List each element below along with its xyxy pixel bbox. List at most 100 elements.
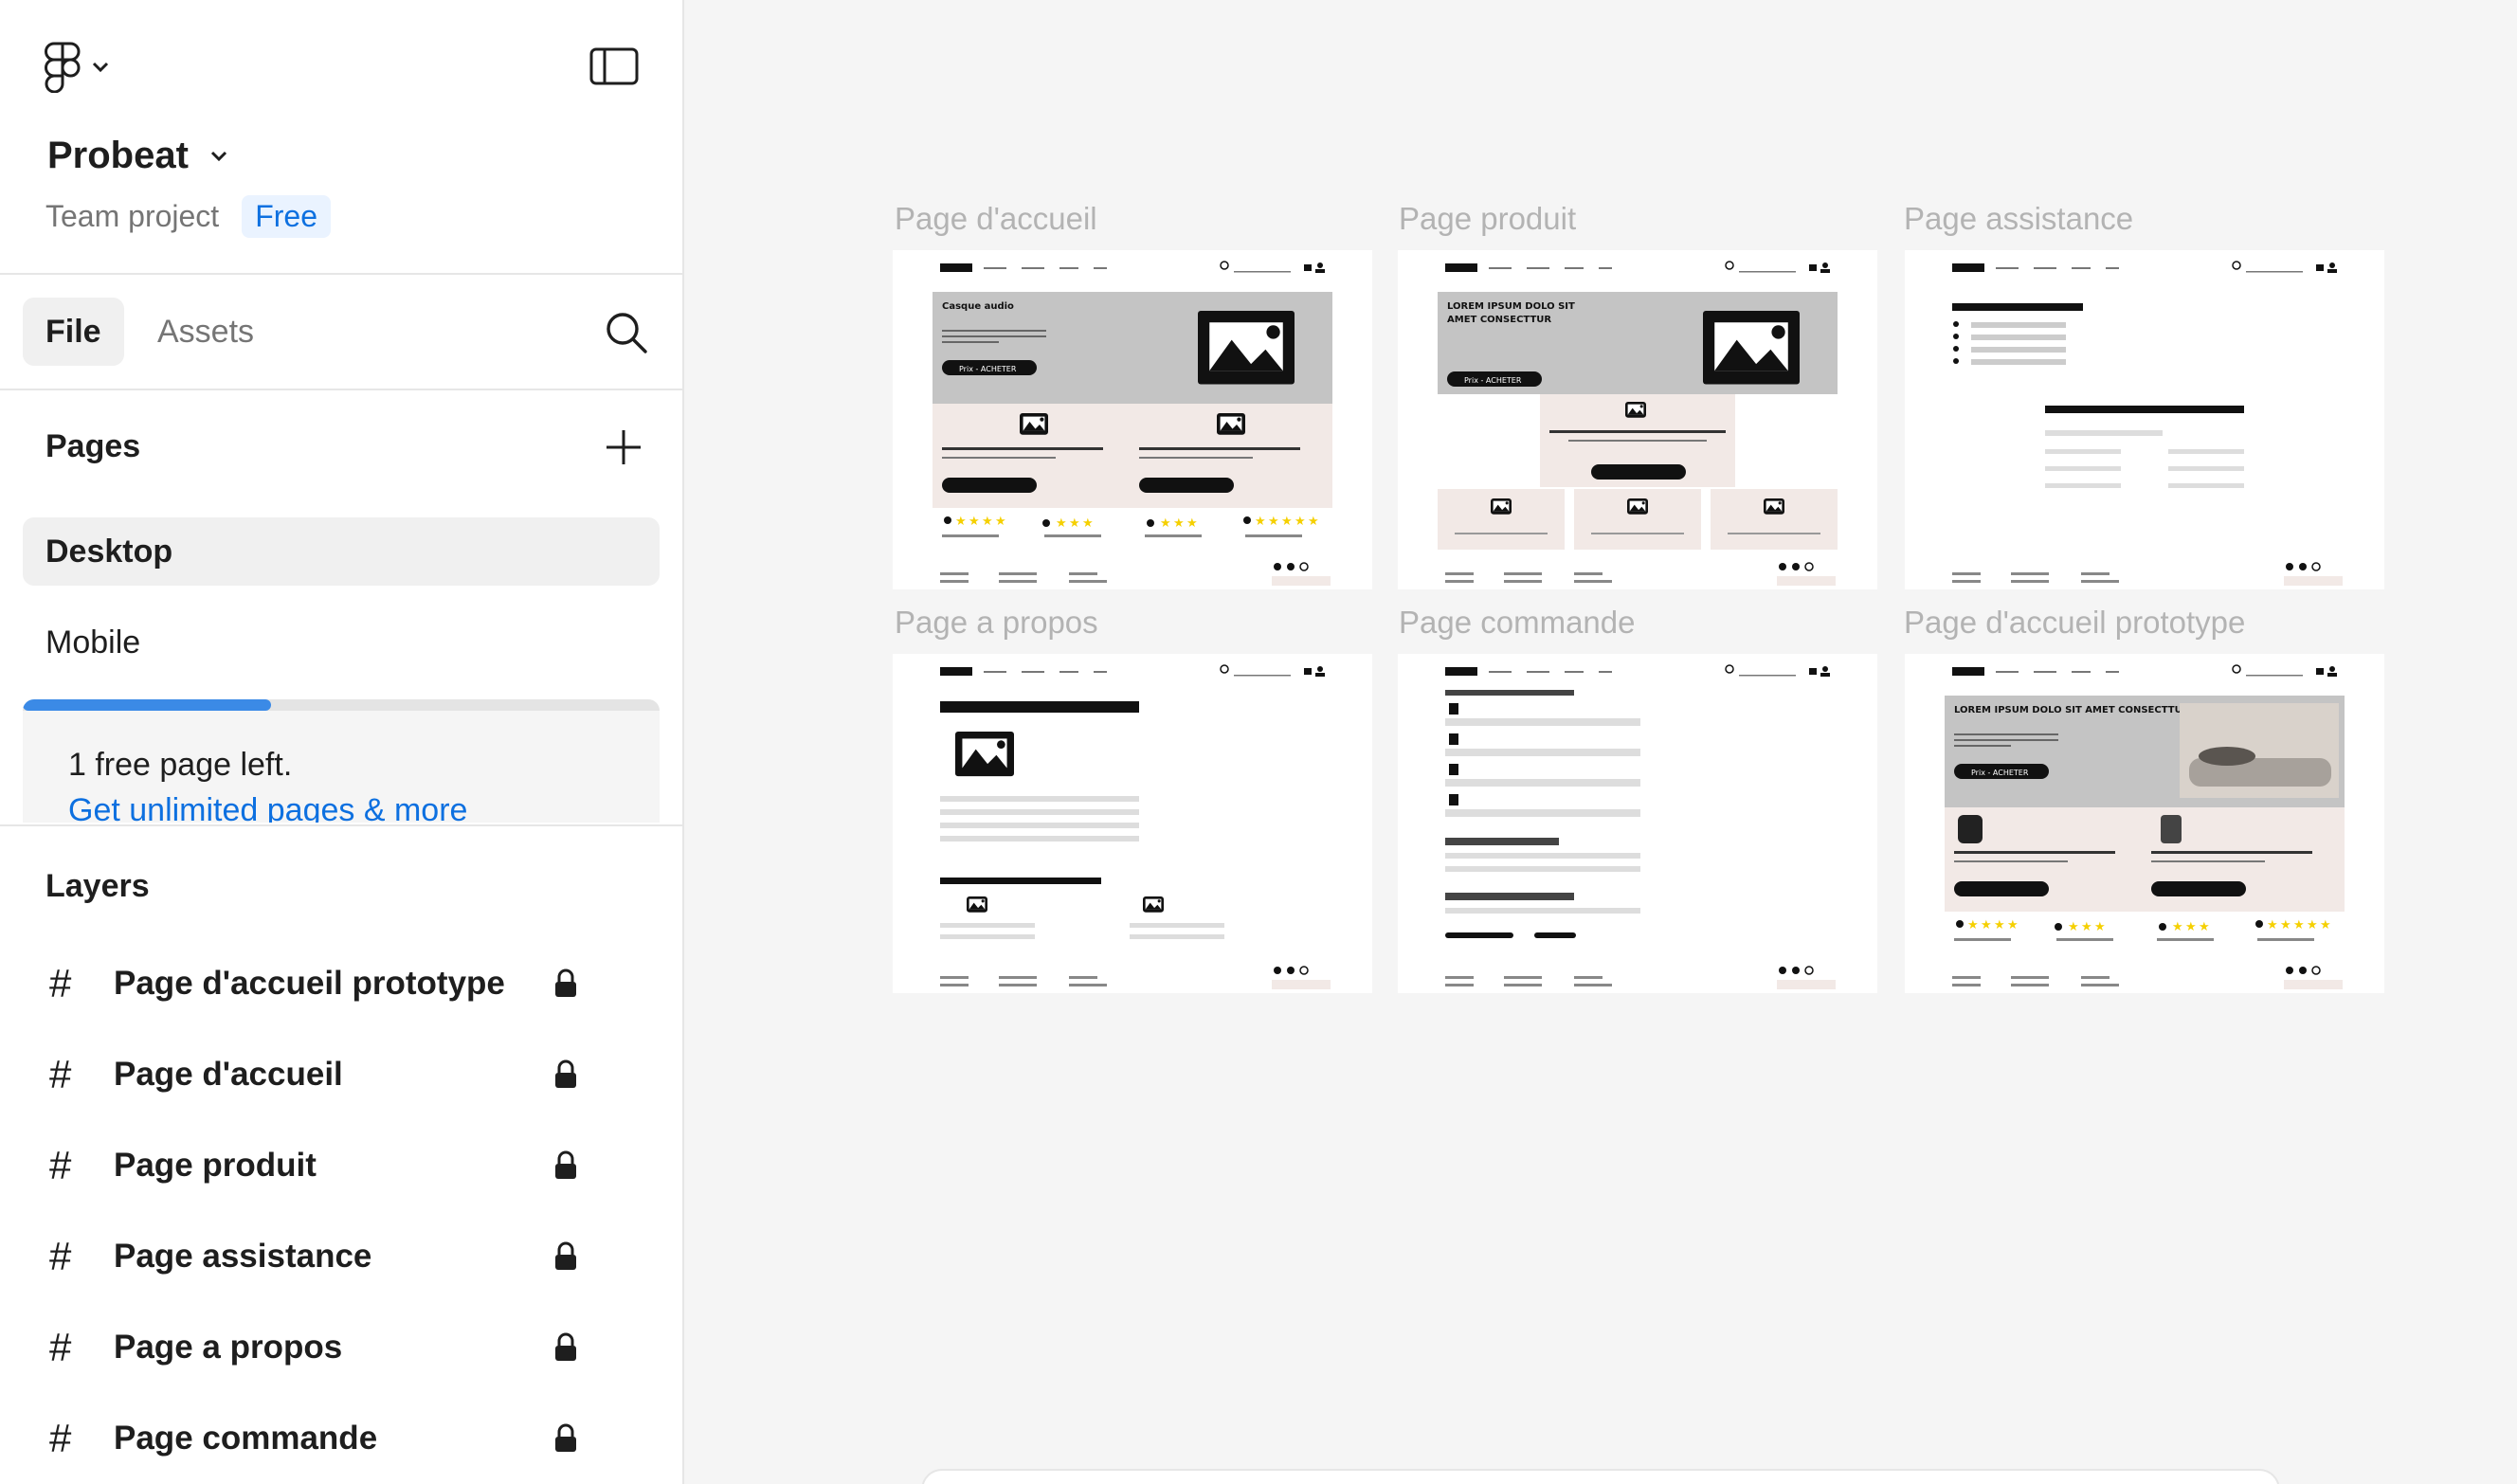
frame-label[interactable]: Page d'accueil prototype xyxy=(1904,605,2245,641)
svg-text:★: ★ xyxy=(1186,516,1198,530)
layer-row[interactable]: # Page produit xyxy=(0,1128,682,1203)
svg-text:★: ★ xyxy=(2094,919,2106,933)
frame-hash-icon: # xyxy=(49,1416,72,1460)
pages-usage-bar xyxy=(23,699,660,711)
svg-text:★: ★ xyxy=(2307,917,2318,932)
plus-icon xyxy=(607,430,641,464)
svg-text:★: ★ xyxy=(2267,917,2278,932)
add-page-button[interactable] xyxy=(603,426,644,473)
frame-label[interactable]: Page a propos xyxy=(895,605,1098,641)
lock-icon[interactable] xyxy=(553,1332,578,1367)
frame-label[interactable]: Page commande xyxy=(1399,605,1635,641)
svg-text:★: ★ xyxy=(1281,514,1293,528)
layer-row[interactable]: # Page d'accueil xyxy=(0,1037,682,1113)
frame-cta-label: Prix - ACHETER xyxy=(959,365,1017,373)
svg-text:★: ★ xyxy=(1160,516,1171,530)
project-title: Probeat xyxy=(47,135,189,176)
layer-name: Page d'accueil xyxy=(114,1056,343,1093)
layer-name: Page a propos xyxy=(114,1329,343,1366)
svg-text:★: ★ xyxy=(955,514,967,528)
layer-row[interactable]: # Page a propos xyxy=(0,1310,682,1385)
frame-preview: LOREM IPSUM DOLO SIT AMET CONSECTTUR Prix … xyxy=(1438,261,1838,586)
frame-thumbnail[interactable] xyxy=(1905,250,2384,589)
project-title-button[interactable]: Probeat xyxy=(47,135,228,177)
frame-thumbnail[interactable] xyxy=(1398,654,1877,993)
lock-icon[interactable] xyxy=(553,1150,578,1185)
figma-logo-icon xyxy=(45,42,81,93)
lock-icon[interactable] xyxy=(553,968,578,1004)
pages-usage-fill xyxy=(23,699,272,711)
svg-text:★: ★ xyxy=(1295,514,1306,528)
frame-hero-title-2: AMET CONSECTTUR xyxy=(1447,315,1551,325)
svg-text:★: ★ xyxy=(2081,919,2092,933)
sidebar-toggle-button[interactable] xyxy=(589,47,639,90)
layer-row[interactable]: # Page commande xyxy=(0,1401,682,1476)
svg-text:★: ★ xyxy=(2007,917,2019,932)
frame-hero-title: Casque audio xyxy=(942,301,1014,312)
layer-row[interactable]: # Page d'accueil prototype xyxy=(0,946,682,1022)
project-header: Probeat Team project Free xyxy=(0,0,682,275)
lock-icon[interactable] xyxy=(553,1059,578,1095)
svg-text:★: ★ xyxy=(1056,516,1067,530)
divider xyxy=(0,824,682,826)
frame-preview: Casque audioPrix - ACHETER★ ★ ★ ★ ★ ★ ★ ★ ★ ★ ★ ★ ★ ★… xyxy=(933,261,1332,586)
frame-cta-label: Prix - ACHETER xyxy=(1464,376,1522,385)
frame-hash-icon: # xyxy=(49,1052,72,1096)
svg-text:★: ★ xyxy=(2293,917,2305,932)
frame-thumbnail[interactable] xyxy=(893,654,1372,993)
page-item-mobile[interactable]: Mobile xyxy=(23,608,660,677)
svg-text:★: ★ xyxy=(1255,514,1266,528)
frame-cta-label: Prix - ACHETER xyxy=(1971,769,2029,777)
svg-text:★: ★ xyxy=(2320,917,2331,932)
tab-assets[interactable]: Assets xyxy=(135,298,277,366)
svg-text:★: ★ xyxy=(1308,514,1319,528)
layer-name: Page commande xyxy=(114,1420,378,1457)
frame-thumbnail[interactable]: Casque audio Prix - ACHETER ★ ★ ★ ★ ★ ★ ★ ★ ★ ★ ★ ★ ★ ★… xyxy=(893,250,1372,589)
tab-file[interactable]: File xyxy=(23,298,124,366)
frame-preview xyxy=(1445,664,1836,989)
frame-hero-title: LOREM IPSUM DOLO SIT xyxy=(1447,301,1575,312)
panel-tabs: File Assets xyxy=(0,275,682,390)
chevron-down-icon xyxy=(210,151,226,161)
frame-preview xyxy=(1952,261,2343,586)
main-menu-button[interactable] xyxy=(44,42,110,93)
canvas[interactable]: Page d'accueil Casque audio Prix - ACHETER… xyxy=(686,0,2517,1484)
upgrade-link[interactable]: Get unlimited pages & more xyxy=(68,792,467,823)
svg-text:★: ★ xyxy=(1082,516,1094,530)
frame-preview xyxy=(940,664,1331,989)
frame-hash-icon: # xyxy=(49,1234,72,1278)
bottom-toolbar[interactable] xyxy=(923,1471,2278,1484)
layer-row[interactable]: # Page assistance xyxy=(0,1219,682,1294)
svg-text:★: ★ xyxy=(2199,919,2210,933)
svg-text:★: ★ xyxy=(1967,917,1979,932)
plan-badge[interactable]: Free xyxy=(242,195,331,238)
svg-text:★: ★ xyxy=(2172,919,2183,933)
svg-text:★: ★ xyxy=(1994,917,2005,932)
svg-text:★: ★ xyxy=(995,514,1006,528)
frame-label[interactable]: Page d'accueil xyxy=(895,201,1097,237)
project-team: Team project xyxy=(45,199,220,233)
chevron-down-icon xyxy=(92,62,109,73)
layer-name: Page produit xyxy=(114,1147,317,1184)
frame-thumbnail[interactable]: LOREM IPSUM DOLO SIT AMET CONSECTTUR Prix… xyxy=(1905,654,2384,993)
frame-hash-icon: # xyxy=(49,961,72,1005)
frame-label[interactable]: Page produit xyxy=(1399,201,1576,237)
layers-heading: Layers xyxy=(45,868,150,904)
frame-hash-icon: # xyxy=(49,1143,72,1187)
lock-icon[interactable] xyxy=(553,1423,578,1458)
svg-text:★: ★ xyxy=(1981,917,1992,932)
layer-name: Page d'accueil prototype xyxy=(114,965,505,1002)
sidebar-toggle-icon xyxy=(589,47,639,85)
page-item-desktop[interactable]: Desktop xyxy=(23,517,660,586)
frame-hash-icon: # xyxy=(49,1325,72,1369)
left-sidebar: Probeat Team project Free File Assets Pa… xyxy=(0,0,684,1484)
frame-label[interactable]: Page assistance xyxy=(1904,201,2133,237)
frame-preview: LOREM IPSUM DOLO SIT AMET CONSECTTUR Prix… xyxy=(1945,664,2345,989)
lock-icon[interactable] xyxy=(553,1241,578,1276)
search-button[interactable] xyxy=(605,311,648,359)
svg-text:★: ★ xyxy=(969,514,980,528)
project-meta: Team project Free xyxy=(45,195,331,238)
svg-text:★: ★ xyxy=(1173,516,1185,530)
frame-thumbnail[interactable]: LOREM IPSUM DOLO SIT AMET CONSECTTUR Prix … xyxy=(1398,250,1877,589)
frame-hero-title: LOREM IPSUM DOLO SIT AMET CONSECTTUR xyxy=(1954,705,2190,715)
